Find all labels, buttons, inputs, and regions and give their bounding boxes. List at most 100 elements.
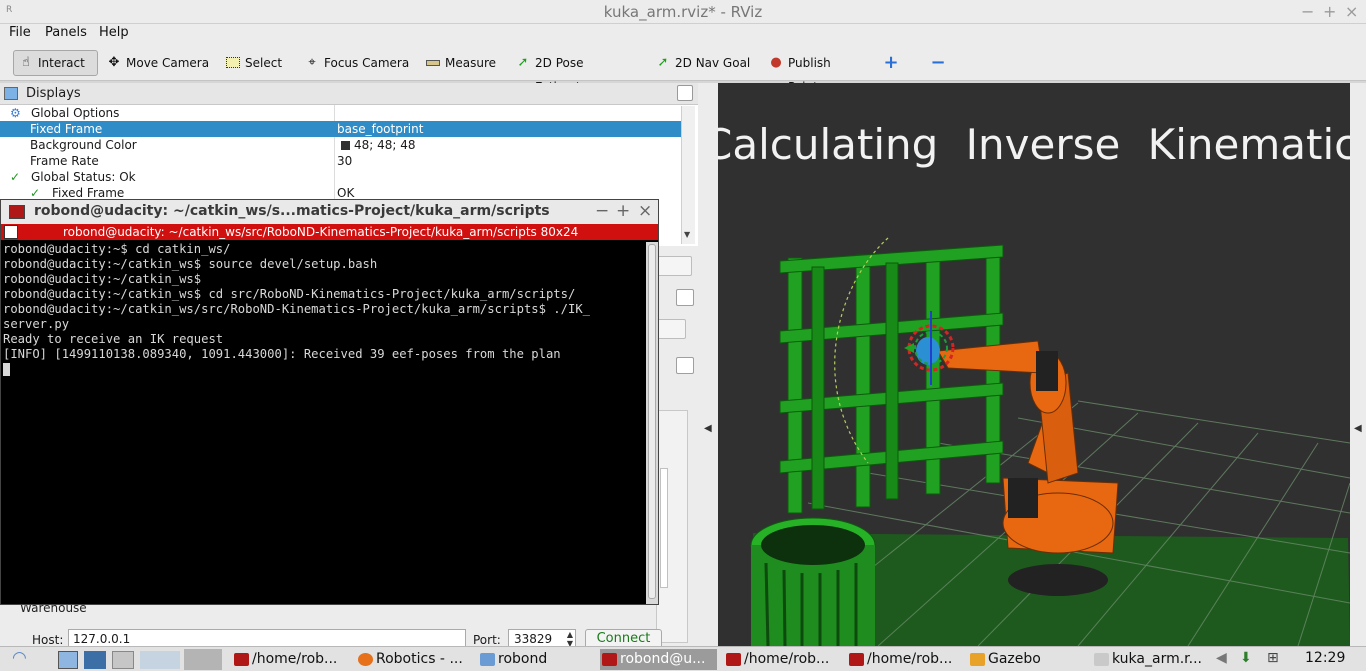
terminal-line: robond@udacity:~/catkin_ws$ cd src/RoboN…	[3, 287, 576, 301]
taskbar-item-robond-terminal[interactable]: robond@u...	[600, 649, 717, 670]
taskbar: ◠ /home/rob... Robotics - ... robond rob…	[0, 646, 1366, 671]
displays-header: Displays	[0, 83, 698, 105]
terminal-close-button[interactable]: ×	[638, 201, 652, 221]
menu-file[interactable]: File	[9, 25, 31, 40]
gear-icon: ⚙	[10, 106, 21, 120]
terminal-title: robond@udacity: ~/catkin_ws/s...matics-P…	[34, 203, 550, 219]
terminal-line: robond@udacity:~$ cd catkin_ws/	[3, 242, 231, 256]
tool-2d-nav-goal[interactable]: ➚ 2D Nav Goal	[650, 50, 752, 76]
terminal-tab-title: robond@udacity: ~/catkin_ws/src/RoboND-K…	[63, 225, 579, 239]
terminal-scrollbar[interactable]	[646, 242, 658, 604]
window-titlebar: R kuka_arm.rviz* - RViz − + ×	[0, 0, 1366, 24]
panel-checkbox[interactable]	[676, 289, 694, 306]
tool-move-camera[interactable]: ✥ Move Camera	[101, 50, 213, 76]
tool-measure[interactable]: Measure	[420, 50, 500, 76]
move-camera-icon: ✥	[108, 55, 120, 70]
terminal-maximize-button[interactable]: +	[616, 201, 630, 221]
desktop-pager[interactable]	[184, 649, 222, 670]
terminal-line: server.py	[3, 317, 70, 331]
rviz-desktop: R kuka_arm.rviz* - RViz − + × File Panel…	[0, 0, 1366, 671]
terminal-line: [INFO] [1499110138.089340, 1091.443000]:…	[3, 347, 561, 361]
measure-icon	[425, 51, 441, 75]
terminal-line: robond@udacity:~/catkin_ws$ source devel…	[3, 257, 378, 271]
scroll-down-icon[interactable]: ▼	[684, 230, 690, 239]
taskbar-item-robotics[interactable]: Robotics - ...	[356, 649, 468, 670]
menu-help[interactable]: Help	[99, 25, 129, 40]
network-icon[interactable]	[84, 651, 106, 669]
terminal-icon	[602, 653, 617, 666]
file-manager-icon[interactable]	[58, 651, 78, 669]
rviz-icon	[1094, 653, 1109, 666]
taskbar-item-gazebo[interactable]: Gazebo	[968, 649, 1082, 670]
panel-field[interactable]	[656, 256, 692, 276]
taskbar-item-home-2[interactable]: /home/rob...	[724, 649, 842, 670]
panel-list[interactable]	[660, 468, 668, 588]
check-icon: ✓	[10, 170, 21, 184]
terminal-output[interactable]: robond@udacity:~$ cd catkin_ws/robond@ud…	[3, 242, 643, 602]
color-swatch	[341, 141, 350, 150]
viewport-overlay-text: Calculating Inverse Kinematics	[718, 120, 1350, 169]
display-row-background-color[interactable]: Background Color 48; 48; 48	[0, 137, 681, 153]
gazebo-icon	[970, 653, 985, 666]
terminal-scroll-thumb[interactable]	[648, 244, 656, 599]
minimize-button[interactable]: −	[1301, 2, 1314, 21]
folder-icon	[480, 653, 495, 666]
collapse-left-icon[interactable]: ◀	[704, 423, 712, 434]
terminal-tab-icon	[4, 225, 18, 239]
select-icon	[225, 51, 241, 75]
tool-focus-camera[interactable]: ⌖ Focus Camera	[299, 50, 411, 76]
display-row-global-options[interactable]: ⚙ Global Options	[0, 105, 681, 121]
terminal-titlebar[interactable]: robond@udacity: ~/catkin_ws/s...matics-P…	[1, 200, 658, 224]
display-row-global-status[interactable]: ✓ Global Status: Ok	[0, 169, 681, 185]
panel-checkbox[interactable]	[676, 357, 694, 374]
menu-bar: File Panels Help	[0, 24, 1366, 45]
focus-camera-icon: ⌖	[308, 55, 316, 70]
taskbar-item-home-3[interactable]: /home/rob...	[847, 649, 963, 670]
desktop-switcher-icon[interactable]	[140, 651, 180, 669]
tool-2d-pose-estimate[interactable]: ➚2D Pose Estimate	[510, 50, 640, 94]
tool-toolbar: ☝ Interact ✥ Move Camera Select ⌖ Focus Cam…	[0, 45, 1366, 94]
tool-select[interactable]: Select	[220, 50, 290, 76]
display-row-frame-rate[interactable]: Frame Rate 30	[0, 153, 681, 169]
clock[interactable]: 12:29	[1305, 650, 1345, 666]
tool-publish-point[interactable]: ●Publish Point	[763, 50, 863, 94]
terminal-line: robond@udacity:~/catkin_ws$	[3, 272, 202, 286]
interact-icon: ☝	[22, 55, 30, 70]
menu-panels[interactable]: Panels	[45, 25, 87, 40]
volume-icon[interactable]: ◀	[1216, 650, 1227, 666]
host-label: Host:	[32, 633, 64, 647]
display-row-fixed-frame[interactable]: Fixed Frame base_footprint	[0, 121, 681, 137]
terminal-window[interactable]: robond@udacity: ~/catkin_ws/s...matics-P…	[0, 199, 659, 605]
nav-goal-icon: ➚	[657, 55, 669, 70]
terminal-line: Ready to receive an IK request	[3, 332, 224, 346]
tool-interact[interactable]: ☝ Interact	[13, 50, 98, 76]
close-button[interactable]: ×	[1345, 2, 1358, 21]
terminal-icon	[9, 205, 25, 219]
displays-close-checkbox[interactable]	[677, 85, 693, 101]
start-menu-icon[interactable]: ◠	[12, 648, 27, 668]
terminal-icon	[234, 653, 249, 666]
pose-estimate-icon: ➚	[517, 55, 529, 70]
remove-tool-icon[interactable]: −	[925, 50, 951, 76]
monitor-icon	[4, 87, 18, 100]
taskbar-item-rviz[interactable]: kuka_arm.r...	[1092, 649, 1210, 670]
terminal-icon	[849, 653, 864, 666]
collapse-right-icon[interactable]: ◀	[1354, 423, 1362, 434]
add-tool-icon[interactable]: +	[880, 50, 902, 76]
right-splitter[interactable]: ◀	[1350, 83, 1366, 646]
panel-field[interactable]	[656, 319, 686, 339]
terminal-tab[interactable]: robond@udacity: ~/catkin_ws/src/RoboND-K…	[1, 224, 658, 240]
rviz-3d-viewport[interactable]: Calculating Inverse Kinematics	[718, 83, 1350, 646]
panel-splitter[interactable]: ◀	[698, 83, 718, 646]
maximize-button[interactable]: +	[1323, 2, 1336, 21]
taskbar-item-home-1[interactable]: /home/rob...	[232, 649, 352, 670]
port-label: Port:	[473, 633, 501, 647]
displays-scrollbar[interactable]: ▼	[681, 106, 695, 244]
download-icon[interactable]: ⬇	[1240, 650, 1252, 666]
terminal-cursor	[3, 363, 10, 376]
firefox-icon	[358, 653, 373, 666]
terminal-minimize-button[interactable]: −	[595, 201, 609, 221]
terminal-launcher-icon[interactable]	[112, 651, 134, 669]
taskbar-item-robond-folder[interactable]: robond	[478, 649, 590, 670]
network-status-icon[interactable]: ⊞	[1267, 650, 1279, 666]
